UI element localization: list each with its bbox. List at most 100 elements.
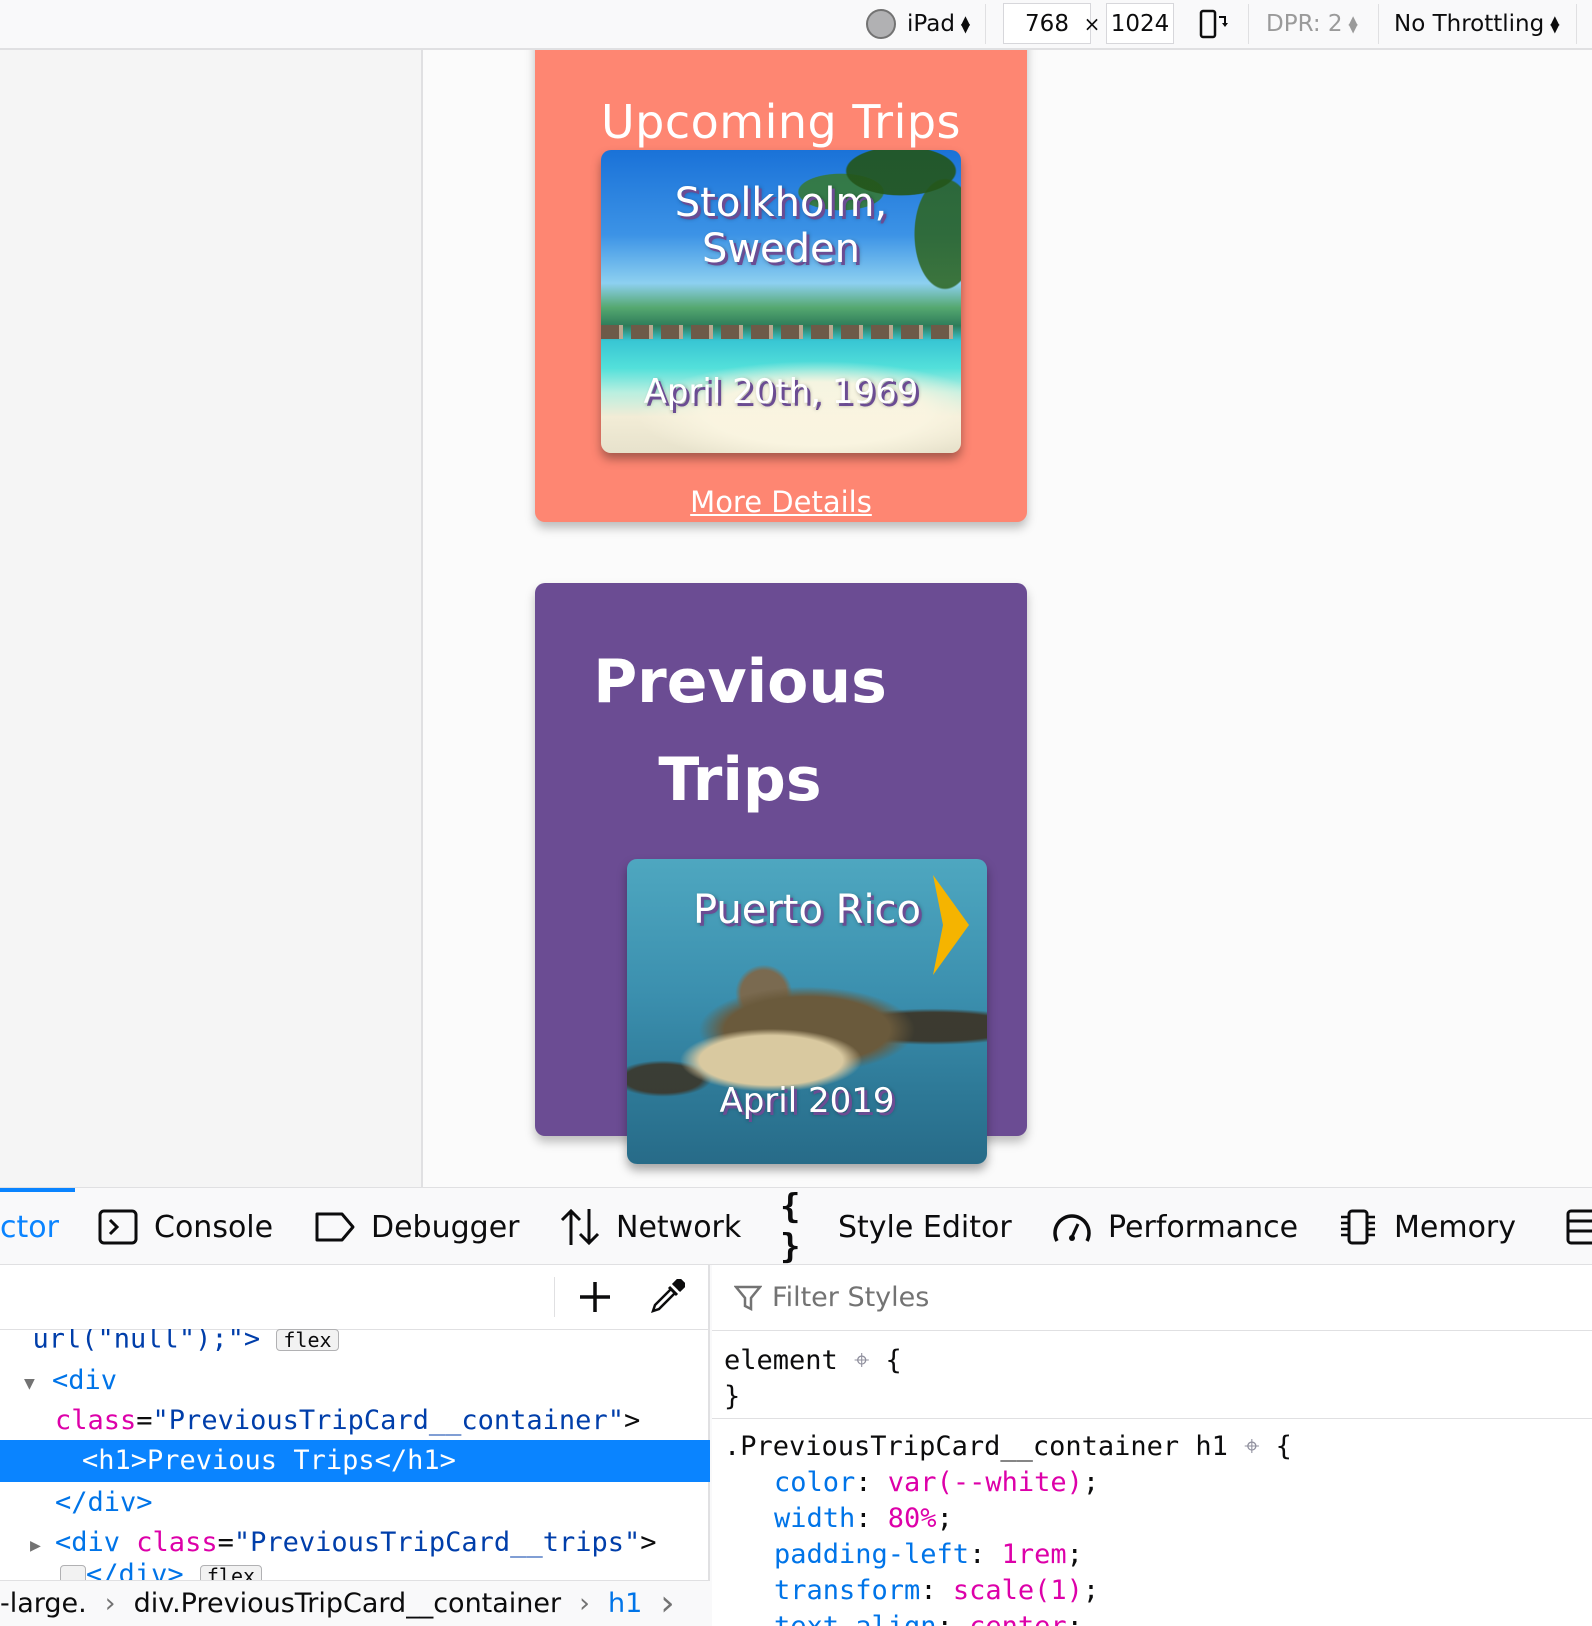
markup-line-partial[interactable]: … </div> flex — [0, 1562, 710, 1582]
tag-name: <div — [52, 1365, 118, 1396]
compass-icon — [866, 9, 896, 39]
markup-node-container-close[interactable]: </div> — [0, 1482, 710, 1524]
network-icon — [558, 1207, 602, 1247]
open-brace: { — [1275, 1431, 1292, 1462]
breadcrumb-item-current[interactable]: h1 — [608, 1588, 642, 1619]
expand-triangle-icon[interactable]: ▶ — [0, 1525, 55, 1567]
updown-arrows-icon: ▲ ▼ — [1550, 13, 1560, 35]
declaration-width[interactable]: width: 80%; — [724, 1501, 953, 1537]
tag-close: > — [640, 1527, 657, 1558]
filter-placeholder: Filter Styles — [772, 1282, 930, 1313]
throttling-selector[interactable]: No Throttling ▲ ▼ — [1394, 0, 1559, 48]
tag-close: > — [623, 1405, 641, 1436]
rule-element-close: } — [724, 1379, 740, 1415]
dpr-selector[interactable]: DPR: 2 ▲ ▼ — [1266, 0, 1358, 48]
tab-storage[interactable] — [1560, 1188, 1592, 1266]
markup-toolbar — [0, 1265, 710, 1330]
tab-console[interactable]: Console — [96, 1188, 273, 1266]
equals-sign: = — [217, 1527, 234, 1558]
declaration-text-align[interactable]: text-align: center; — [724, 1609, 1083, 1626]
tab-network[interactable]: Network — [558, 1188, 741, 1266]
declaration-value[interactable]: 80% — [888, 1503, 937, 1534]
rotate-device-icon — [1199, 9, 1228, 39]
declaration-value[interactable]: center — [969, 1611, 1067, 1626]
devtools-tab-bar: ctor Console Debugger Network { } Style … — [0, 1187, 1592, 1267]
declaration-property: text-align — [774, 1611, 937, 1626]
tab-label: Style Editor — [838, 1209, 1012, 1245]
equals-sign: = — [136, 1405, 153, 1436]
breadcrumb-item[interactable]: -large. — [0, 1588, 87, 1619]
trip-card-stockholm[interactable]: Stolkholm, Sweden April 20th, 1969 — [601, 150, 961, 453]
declaration-value[interactable]: scale(1) — [953, 1575, 1083, 1606]
viewport-gutter — [0, 50, 423, 1187]
width-input[interactable]: 768 — [1003, 3, 1091, 44]
rule-previoustripcard-h1[interactable]: .PreviousTripCard__container h1 ⌖ { — [724, 1429, 1292, 1465]
previous-trips-title: Previous Trips — [593, 647, 887, 815]
eyedropper-icon — [651, 1279, 685, 1313]
breadcrumb: -large. › div.PreviousTripCard__containe… — [0, 1580, 710, 1626]
updown-arrows-icon: ▲ ▼ — [960, 13, 971, 35]
rule-element[interactable]: element ⌖ { — [724, 1343, 902, 1379]
markup-node-selected-h1[interactable]: <h1>Previous Trips</h1> — [0, 1440, 710, 1482]
tab-performance[interactable]: Performance — [1050, 1188, 1298, 1266]
declaration-padding-left[interactable]: padding-left: 1rem; — [724, 1537, 1083, 1573]
node-picker-icon[interactable]: ⌖ — [854, 1345, 869, 1376]
device-selector[interactable]: iPad ▲ ▼ — [865, 0, 970, 48]
rotate-button[interactable] — [1195, 0, 1229, 48]
tab-label: Memory — [1394, 1209, 1517, 1245]
flex-badge[interactable]: flex — [276, 1329, 339, 1351]
toolbar-separator — [1378, 4, 1379, 44]
toolbar-separator — [554, 1277, 555, 1317]
attr-value: "PreviousTripCard__container" — [152, 1405, 624, 1436]
attr-name: class — [55, 1405, 137, 1436]
tag-name: </div> — [86, 1562, 184, 1582]
markup-panel: url("null");"> flex ▼ <div class="Previou… — [0, 1265, 710, 1626]
device-name: iPad — [907, 11, 955, 37]
collapse-triangle-icon[interactable]: ▼ — [0, 1363, 52, 1405]
declaration-value[interactable]: 1rem — [1002, 1539, 1067, 1570]
declaration-transform[interactable]: transform: scale(1); — [724, 1573, 1099, 1609]
more-details-link[interactable]: More Details — [535, 485, 1027, 519]
markup-attr-line[interactable]: class="PreviousTripCard__container"> — [0, 1400, 710, 1442]
height-input[interactable]: 1024 — [1106, 3, 1174, 44]
scroll-right-icon[interactable]: › — [660, 1583, 674, 1624]
eyedropper-button[interactable] — [645, 1275, 689, 1319]
declaration-color[interactable]: color: var(--white); — [724, 1465, 1099, 1501]
toolbar-separator — [1248, 4, 1249, 44]
trip-card-puerto-rico[interactable]: Puerto Rico April 2019 — [627, 859, 987, 1164]
rule-selector: .PreviousTripCard__container h1 — [724, 1431, 1228, 1462]
filter-icon — [734, 1285, 762, 1311]
tab-label: Performance — [1108, 1209, 1299, 1245]
markup-line-partial[interactable]: url("null");"> flex — [0, 1329, 710, 1355]
chevron-right-icon: › — [104, 1588, 116, 1619]
dpr-label: DPR: 2 — [1266, 11, 1343, 37]
tab-debugger[interactable]: Debugger — [313, 1188, 520, 1266]
page-viewport: Upcoming Trips Stolkholm, Sweden April 2… — [423, 50, 1592, 1187]
breadcrumb-item[interactable]: div.PreviousTripCard__container — [134, 1588, 562, 1619]
debugger-icon — [313, 1207, 357, 1247]
upcoming-trips-title: Upcoming Trips — [600, 95, 962, 149]
chevron-right-icon[interactable] — [931, 875, 971, 975]
memory-icon — [1336, 1207, 1380, 1247]
tab-style-editor[interactable]: { } Style Editor — [780, 1187, 1012, 1267]
add-node-button[interactable] — [573, 1275, 617, 1319]
markup-node-trips[interactable]: ▶ <div class="PreviousTripCard__trips"> — [0, 1522, 710, 1564]
node-picker-icon[interactable]: ⌖ — [1244, 1431, 1259, 1462]
filter-styles-input[interactable]: Filter Styles — [712, 1265, 1592, 1331]
rules-panel: Filter Styles element ⌖ { } .PreviousTri… — [712, 1265, 1592, 1626]
storage-icon — [1560, 1207, 1592, 1247]
tab-inspector[interactable]: ctor — [0, 1188, 59, 1266]
performance-icon — [1050, 1207, 1094, 1247]
declaration-value[interactable]: var(--white) — [888, 1467, 1083, 1498]
markup-node-container-open[interactable]: ▼ <div — [0, 1360, 710, 1402]
declaration-property: width — [774, 1503, 856, 1534]
style-editor-icon: { } — [780, 1187, 801, 1267]
tag-name: <div — [55, 1527, 121, 1558]
responsive-design-toolbar: iPad ▲ ▼ 768 × 1024 DPR: 2 ▲ ▼ No Throttli… — [0, 0, 1592, 50]
tab-label: Debugger — [371, 1209, 520, 1245]
attr-name: class — [136, 1527, 218, 1558]
tab-label: Console — [154, 1209, 274, 1245]
throttling-label: No Throttling — [1394, 11, 1545, 37]
open-brace: { — [885, 1345, 902, 1376]
tab-memory[interactable]: Memory — [1336, 1188, 1516, 1266]
